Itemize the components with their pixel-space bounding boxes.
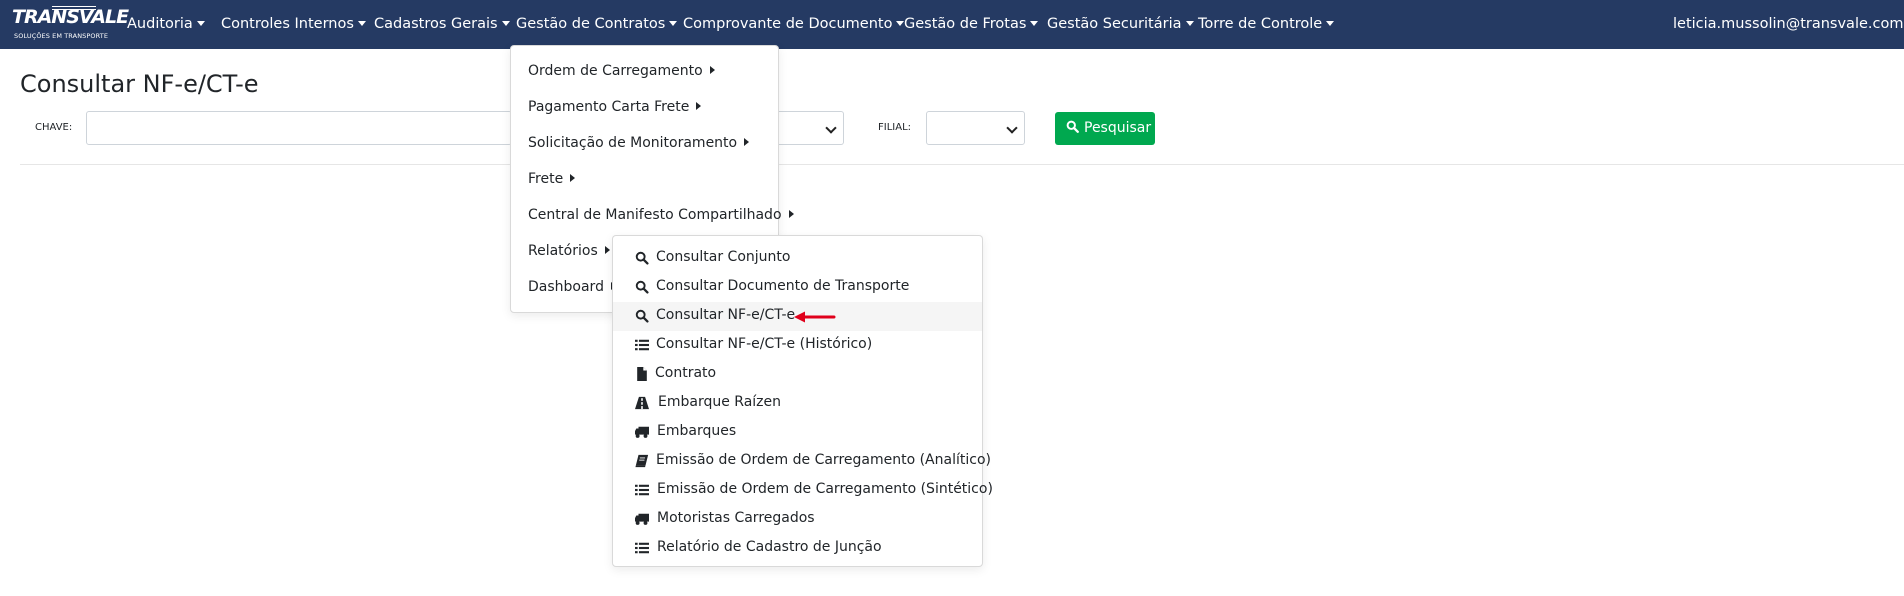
submenu-item-label: Consultar NF-e/CT-e (Histórico) <box>656 336 873 352</box>
menu-item-ordem-de-carregamento[interactable]: Ordem de Carregamento <box>528 63 715 79</box>
caret-right-icon <box>744 138 750 146</box>
submenu-item-consultar-documento-transporte[interactable]: Consultar Documento de Transporte <box>613 273 982 302</box>
menu-item-label: Solicitação de Monitoramento <box>528 135 738 151</box>
caret-right-icon <box>570 174 576 182</box>
pesquisar-label: Pesquisar <box>1084 120 1152 136</box>
nav-label: Comprovante de Documento <box>683 16 893 32</box>
divider <box>20 164 1904 165</box>
chevron-down-icon <box>1006 122 1018 134</box>
submenu-item-embarque-raizen[interactable]: Embarque Raízen <box>613 389 982 418</box>
page-title: Consultar NF-e/CT-e <box>20 70 259 98</box>
list-icon <box>635 542 649 554</box>
submenu-item-label: Relatório de Cadastro de Junção <box>657 539 882 555</box>
caret-down-icon <box>1185 20 1194 26</box>
nav-comprovante-de-documento[interactable]: Comprovante de Documento <box>683 0 905 49</box>
nav-gestao-securitaria[interactable]: Gestão Securitária <box>1047 0 1194 49</box>
nav-label: Gestão de Contratos <box>516 16 666 32</box>
top-navbar: TRANSVALE SOLUÇÕES EM TRANSPORTE Auditor… <box>0 0 1904 49</box>
submenu-item-label: Embarque Raízen <box>658 394 782 410</box>
nav-label: Gestão Securitária <box>1047 16 1182 32</box>
logo-tagline: SOLUÇÕES EM TRANSPORTE <box>14 32 109 40</box>
truck-icon <box>635 426 649 438</box>
user-email: leticia.mussolin@transvale.com.br <box>1673 16 1904 32</box>
chave-select-tail[interactable] <box>776 111 844 145</box>
submenu-item-label: Embarques <box>657 423 737 439</box>
search-icon <box>635 280 649 294</box>
list-icon <box>635 339 649 351</box>
book-icon <box>635 454 649 468</box>
menu-item-pagamento-carta-frete[interactable]: Pagamento Carta Frete <box>528 99 702 115</box>
truck-icon <box>635 513 649 525</box>
logo-text: TRANSVALE <box>12 6 129 28</box>
red-arrow-annotation-icon <box>794 311 836 323</box>
caret-down-icon <box>196 20 205 26</box>
caret-down-icon <box>357 20 366 26</box>
menu-item-label: Frete <box>528 171 564 187</box>
nav-label: Cadastros Gerais <box>374 16 498 32</box>
caret-right-icon <box>604 246 610 254</box>
nav-auditoria[interactable]: Auditoria <box>127 0 205 49</box>
submenu-item-label: Emissão de Ordem de Carregamento (Sintét… <box>657 481 993 497</box>
road-icon <box>635 396 649 410</box>
nav-label: Torre de Controle <box>1198 16 1323 32</box>
menu-item-frete[interactable]: Frete <box>528 171 576 187</box>
nav-controles-internos[interactable]: Controles Internos <box>221 0 366 49</box>
caret-right-icon <box>788 210 794 218</box>
nav-gestao-de-frotas[interactable]: Gestão de Frotas <box>904 0 1039 49</box>
search-icon <box>635 309 649 323</box>
submenu-item-contrato[interactable]: Contrato <box>613 360 982 389</box>
chave-label: CHAVE: <box>35 122 73 133</box>
nav-label: Gestão de Frotas <box>904 16 1027 32</box>
submenu-item-label: Consultar NF-e/CT-e <box>656 307 796 323</box>
search-icon <box>1066 120 1079 133</box>
caret-down-icon <box>1326 20 1335 26</box>
submenu-item-label: Consultar Conjunto <box>656 249 791 265</box>
caret-down-icon <box>501 20 510 26</box>
menu-item-label: Central de Manifesto Compartilhado <box>528 207 782 223</box>
menu-item-relatorios[interactable]: Relatórios <box>528 243 610 259</box>
caret-down-icon <box>1030 20 1039 26</box>
chave-input[interactable] <box>86 111 512 145</box>
relatorios-submenu: Consultar Conjunto Consultar Documento d… <box>612 235 993 567</box>
filial-label: FILIAL: <box>878 122 912 133</box>
submenu-item-consultar-conjunto[interactable]: Consultar Conjunto <box>613 244 982 273</box>
menu-item-label: Pagamento Carta Frete <box>528 99 690 115</box>
nav-cadastros-gerais[interactable]: Cadastros Gerais <box>374 0 510 49</box>
submenu-item-embarques[interactable]: Embarques <box>613 418 982 447</box>
nav-torre-de-controle[interactable]: Torre de Controle <box>1198 0 1335 49</box>
pesquisar-button[interactable]: Pesquisar <box>1055 112 1155 145</box>
search-icon <box>635 251 649 265</box>
menu-item-label: Relatórios <box>528 243 598 259</box>
filial-select[interactable] <box>926 111 1025 145</box>
nav-label: Auditoria <box>127 16 193 32</box>
submenu-item-motoristas-carregados[interactable]: Motoristas Carregados <box>613 505 982 534</box>
brand-logo[interactable]: TRANSVALE SOLUÇÕES EM TRANSPORTE <box>12 6 129 42</box>
menu-item-label: Dashboard <box>528 279 604 295</box>
nav-user-menu[interactable]: leticia.mussolin@transvale.com.br <box>1673 0 1904 49</box>
nav-label: Controles Internos <box>221 16 354 32</box>
submenu-item-label: Emissão de Ordem de Carregamento (Analít… <box>656 452 991 468</box>
list-icon <box>635 484 649 496</box>
menu-item-solicitacao-de-monitoramento[interactable]: Solicitação de Monitoramento <box>528 135 750 151</box>
caret-right-icon <box>709 66 715 74</box>
submenu-item-consultar-nfe-cte-historico[interactable]: Consultar NF-e/CT-e (Histórico) <box>613 331 982 360</box>
submenu-item-label: Motoristas Carregados <box>657 510 815 526</box>
submenu-item-consultar-nfe-cte[interactable]: Consultar NF-e/CT-e <box>613 302 982 331</box>
menu-item-central-de-manifesto[interactable]: Central de Manifesto Compartilhado <box>528 207 794 223</box>
submenu-item-emissao-ordem-sintetico[interactable]: Emissão de Ordem de Carregamento (Sintét… <box>613 476 993 505</box>
submenu-item-label: Consultar Documento de Transporte <box>656 278 910 294</box>
caret-down-icon <box>669 20 678 26</box>
menu-item-label: Ordem de Carregamento <box>528 63 703 79</box>
caret-right-icon <box>696 102 702 110</box>
submenu-item-label: Contrato <box>655 365 717 381</box>
submenu-item-emissao-ordem-analitico[interactable]: Emissão de Ordem de Carregamento (Analít… <box>613 447 991 476</box>
submenu-item-cadastro-juncao[interactable]: Relatório de Cadastro de Junção <box>613 534 982 563</box>
file-icon <box>637 367 647 381</box>
menu-item-dashboard[interactable]: Dashboard <box>528 279 616 295</box>
chevron-down-icon <box>825 122 837 134</box>
nav-gestao-de-contratos[interactable]: Gestão de Contratos <box>516 0 678 49</box>
